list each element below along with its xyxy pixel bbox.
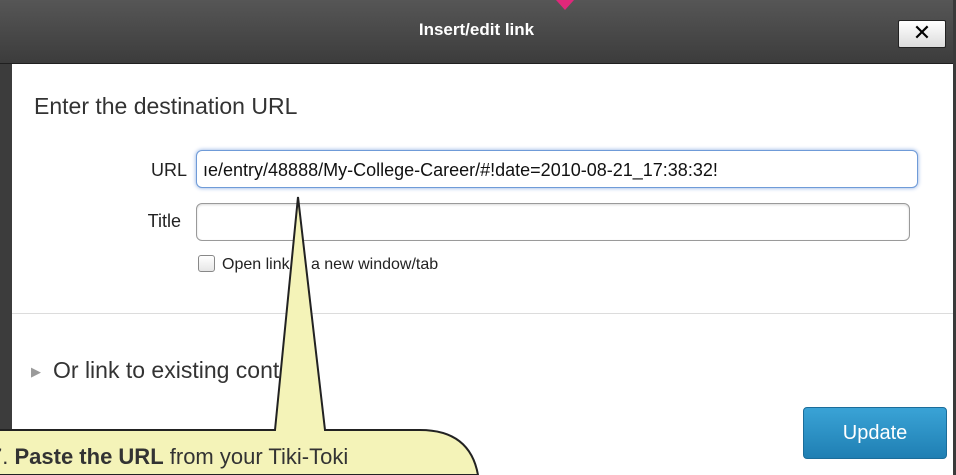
callout-text: 7. Paste the URL from your Tiki-Toki (0, 444, 348, 470)
callout-step: 7. (0, 444, 9, 469)
callout-bold-text: Paste the URL (14, 444, 164, 469)
callout-rest-text: from your Tiki-Toki (163, 444, 349, 469)
callout-bubble (0, 196, 480, 475)
